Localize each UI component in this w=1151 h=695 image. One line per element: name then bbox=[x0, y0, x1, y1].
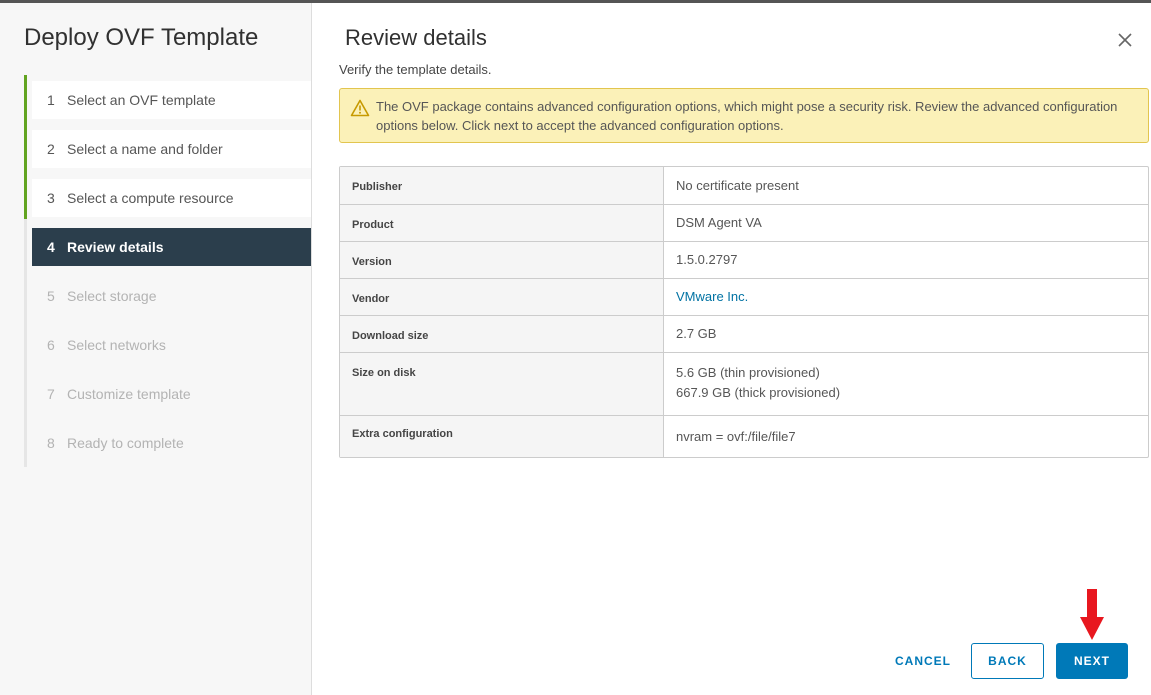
wizard-title: Deploy OVF Template bbox=[24, 24, 259, 51]
row-label: Version bbox=[340, 242, 664, 278]
step-label: Select an OVF template bbox=[67, 92, 216, 108]
row-value: VMware Inc. bbox=[664, 279, 1148, 315]
details-table: Publisher No certificate present Product… bbox=[339, 166, 1149, 458]
value-text: No certificate present bbox=[676, 177, 799, 193]
step-number: 1 bbox=[47, 92, 55, 108]
value-text: DSM Agent VA bbox=[676, 215, 762, 230]
table-row: Size on disk 5.6 GB (thin provisioned) 6… bbox=[340, 352, 1148, 415]
step-number: 7 bbox=[47, 386, 55, 402]
step-label: Select storage bbox=[67, 288, 157, 304]
value-text: 2.7 GB bbox=[676, 326, 717, 341]
row-label: Size on disk bbox=[340, 353, 664, 415]
table-row: Publisher No certificate present bbox=[340, 167, 1148, 204]
step-6: 6 Select networks bbox=[32, 326, 311, 364]
step-label: Select a name and folder bbox=[67, 141, 223, 157]
table-row: Extra configuration nvram = ovf:/file/fi… bbox=[340, 415, 1148, 457]
step-label: Ready to complete bbox=[67, 435, 184, 451]
next-button[interactable]: NEXT bbox=[1056, 643, 1128, 679]
step-1[interactable]: 1 Select an OVF template bbox=[32, 81, 311, 119]
step-7: 7 Customize template bbox=[32, 375, 311, 413]
table-row: Product DSM Agent VA bbox=[340, 204, 1148, 241]
warning-icon bbox=[350, 99, 370, 117]
step-number: 4 bbox=[47, 239, 55, 255]
step-number: 6 bbox=[47, 337, 55, 353]
value-text: 667.9 GB (thick provisioned) bbox=[676, 385, 841, 400]
close-icon[interactable] bbox=[1114, 29, 1136, 51]
row-value: 2.7 GB bbox=[664, 316, 1148, 352]
step-3[interactable]: 3 Select a compute resource bbox=[32, 179, 311, 217]
step-2[interactable]: 2 Select a name and folder bbox=[32, 130, 311, 168]
step-4[interactable]: 4 Review details bbox=[32, 228, 311, 266]
security-warning-alert: The OVF package contains advanced config… bbox=[339, 88, 1149, 143]
row-value: No certificate present bbox=[664, 167, 1148, 204]
back-button[interactable]: BACK bbox=[971, 643, 1044, 679]
wizard-sidebar: Deploy OVF Template 1 Select an OVF templ… bbox=[0, 3, 312, 695]
table-row: Download size 2.7 GB bbox=[340, 315, 1148, 352]
step-number: 2 bbox=[47, 141, 55, 157]
step-label: Select networks bbox=[67, 337, 166, 353]
table-row: Vendor VMware Inc. bbox=[340, 278, 1148, 315]
step-label: Select a compute resource bbox=[67, 190, 234, 206]
row-label: Download size bbox=[340, 316, 664, 352]
row-label: Vendor bbox=[340, 279, 664, 315]
row-value: 1.5.0.2797 bbox=[664, 242, 1148, 278]
row-value: DSM Agent VA bbox=[664, 205, 1148, 241]
table-row: Version 1.5.0.2797 bbox=[340, 241, 1148, 278]
row-value: nvram = ovf:/file/file7 bbox=[664, 416, 1148, 457]
annotation-arrow-icon bbox=[1079, 589, 1105, 641]
step-label: Review details bbox=[67, 239, 164, 255]
row-label: Publisher bbox=[340, 167, 664, 204]
value-text: 5.6 GB (thin provisioned) bbox=[676, 365, 820, 380]
step-number: 5 bbox=[47, 288, 55, 304]
row-label: Extra configuration bbox=[340, 416, 664, 457]
vendor-link[interactable]: VMware Inc. bbox=[676, 287, 1136, 307]
progress-completed-bar bbox=[24, 75, 27, 219]
row-label: Product bbox=[340, 205, 664, 241]
step-number: 8 bbox=[47, 435, 55, 451]
value-text: nvram = ovf:/file/file7 bbox=[676, 428, 796, 444]
page-title: Review details bbox=[345, 25, 487, 50]
step-number: 3 bbox=[47, 190, 55, 206]
step-label: Customize template bbox=[67, 386, 191, 402]
page-subtitle: Verify the template details. bbox=[339, 62, 492, 77]
step-8: 8 Ready to complete bbox=[32, 424, 311, 462]
wizard-steps: 1 Select an OVF template 2 Select a name a… bbox=[32, 81, 311, 473]
row-value: 5.6 GB (thin provisioned) 667.9 GB (thic… bbox=[664, 353, 1148, 415]
wizard-content: Review details Verify the template detai… bbox=[313, 3, 1151, 695]
alert-message: The OVF package contains advanced config… bbox=[376, 99, 1118, 133]
step-5: 5 Select storage bbox=[32, 277, 311, 315]
value-text: 1.5.0.2797 bbox=[676, 252, 738, 267]
cancel-button[interactable]: CANCEL bbox=[888, 643, 958, 679]
